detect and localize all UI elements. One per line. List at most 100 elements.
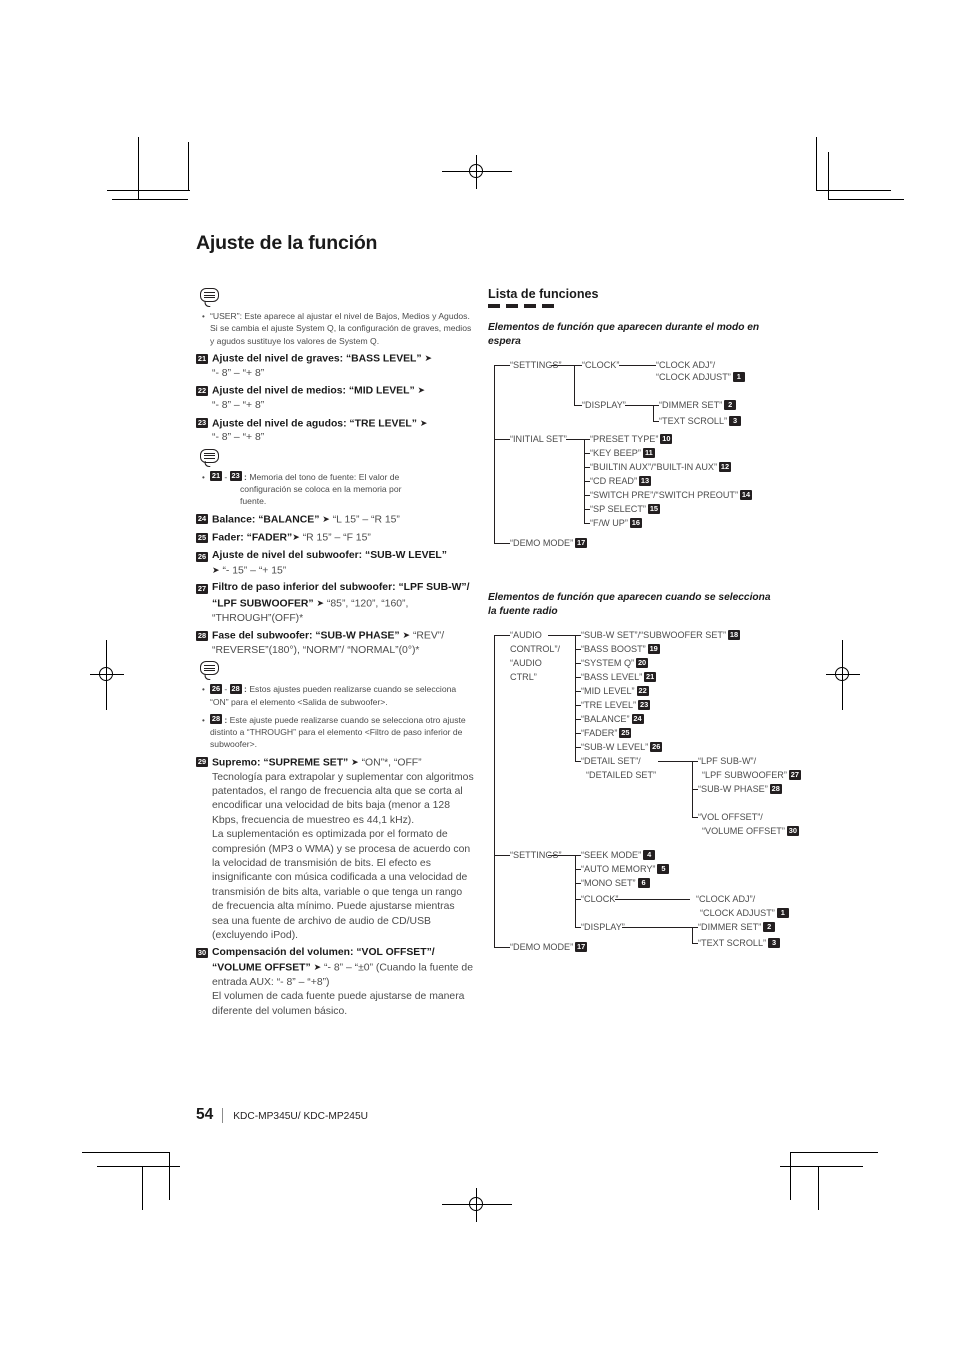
list-item: 30 Compensación del volumen: “VOL OFFSET… xyxy=(196,946,474,1020)
tree-node-switch-pre: “SWITCH PRE”/“SWITCH PREOUT” xyxy=(590,490,739,500)
tree-node-mid-level: “MID LEVEL” xyxy=(581,686,635,696)
tree-node-bass-level: “BASS LEVEL” xyxy=(581,672,643,682)
tree-badge-volume-offset: 30 xyxy=(786,825,799,836)
list-item: 24 Balance: “BALANCE” ➤ “L 15” – “R 15” xyxy=(196,512,474,529)
tree-node-dimmer-set-radio: “DIMMER SET” xyxy=(698,922,762,932)
subsection-radio-heading: Elementos de función que aparecen cuando… xyxy=(488,592,771,617)
note-line: • 26 - 28 : Estos ajustes pueden realiza… xyxy=(202,683,474,708)
note-line: • 28 : Este ajuste puede realizarse cuan… xyxy=(202,714,474,751)
tree-badge-dimmer-set: 2 xyxy=(724,399,737,410)
tree-badge-fw-up: 16 xyxy=(629,517,642,528)
item-number-badge: 28 xyxy=(210,714,222,725)
tree-node-detail-set-line2: “DETAILED SET” xyxy=(586,770,657,780)
tree-badge-balance: 24 xyxy=(631,713,644,724)
note-bubble-icon xyxy=(200,661,222,680)
item-label: Ajuste del nivel de medios: “MID LEVEL” xyxy=(212,385,415,397)
note-block-tone-memory: • 21 - 23 : Memoria del tono de fuente: … xyxy=(198,448,474,508)
tree-node-text-scroll-radio: “TEXT SCROLL” xyxy=(698,938,767,948)
tree-node-lpf-line2: “LPF SUBWOOFER” xyxy=(702,770,787,780)
item-label: Balance: “BALANCE” xyxy=(212,514,320,526)
tree-node-detail-set-line1: “DETAIL SET”/ xyxy=(581,756,641,766)
list-item: 27 Filtro de paso inferior del subwoofer… xyxy=(196,581,474,626)
item-number-badge: 29 xyxy=(196,757,208,768)
registration-mark-bottom xyxy=(442,1188,512,1222)
item-label: Fase del subwoofer: “SUB-W PHASE” xyxy=(212,630,400,642)
tree-badge-subwoofer-set: 18 xyxy=(728,629,740,640)
list-item: 25 Fader: “FADER”➤ “R 15” – “F 15” xyxy=(196,530,474,547)
tree-node-tre-level: “TRE LEVEL” xyxy=(581,700,637,710)
arrow-icon: ➤ xyxy=(402,629,411,640)
footer-divider xyxy=(222,1107,224,1123)
tree-node-system-q: “SYSTEM Q” xyxy=(581,658,635,668)
dashed-underline-decoration xyxy=(488,304,560,308)
tree-badge-lpf-subwoofer: 27 xyxy=(788,769,801,780)
tree-badge-sp-select: 15 xyxy=(647,503,660,514)
tree-node-builtin-aux: “BUILTIN AUX”/“BUILT-IN AUX” xyxy=(590,462,717,472)
item-number-badge: 24 xyxy=(196,514,208,525)
tree-node-cd-read: “CD READ” xyxy=(590,476,637,486)
arrow-icon: ➤ xyxy=(351,756,359,767)
tree-badge-builtin-aux: 12 xyxy=(719,461,731,472)
tree-node-lpf-line1: “LPF SUB-W”/ xyxy=(698,756,757,766)
page-title: Ajuste de la función xyxy=(196,232,378,254)
tree-node-sub-w-set: “SUB-W SET”/“SUBWOOFER SET” xyxy=(581,630,726,640)
item-number-badge: 26 xyxy=(196,551,208,562)
tree-node-settings-radio: “SETTINGS” xyxy=(510,850,562,860)
list-item: 22 Ajuste del nivel de medios: “MID LEVE… xyxy=(196,383,474,413)
arrow-icon: ➤ xyxy=(424,352,433,363)
note-text: Este ajuste puede realizarse cuando se s… xyxy=(210,714,466,750)
range-dash: - xyxy=(224,684,228,695)
tree-node-bass-boost: “BASS BOOST” xyxy=(581,644,646,654)
item-label: Supremo: “SUPREME SET” xyxy=(212,757,349,769)
note-bubble-icon xyxy=(200,448,222,468)
page-number: 54 xyxy=(196,1106,214,1123)
tree-node-auto-memory: “AUTO MEMORY” xyxy=(581,864,656,874)
item-value: “- 8” – “+ 8” xyxy=(212,367,265,379)
item-label: Fader: “FADER” xyxy=(212,532,293,544)
right-column: Lista de funciones Elementos de función … xyxy=(488,285,801,953)
tree-node-fader: “FADER” xyxy=(581,728,618,738)
note-block-subwoofer: • 26 - 28 : Estos ajustes pueden realiza… xyxy=(198,661,474,750)
model-name: KDC-MP345U/ KDC-MP245U xyxy=(233,1111,368,1122)
note-text: “USER”: Este aparece al ajustar el nivel… xyxy=(210,311,472,346)
range-dash: - xyxy=(224,471,228,482)
item-value: “ON”*, “OFF” xyxy=(361,757,422,769)
list-item: 26 Ajuste de nivel del subwoofer: “SUB-W… xyxy=(196,549,474,579)
tree-node-demo-mode: “DEMO MODE” xyxy=(510,538,574,548)
item-number-badge: 23 xyxy=(196,418,208,429)
registration-mark-left xyxy=(90,640,124,710)
note-text: Memoria del tono de fuente: El valor de xyxy=(249,471,400,482)
tree-node-clock: “CLOCK” xyxy=(582,360,620,370)
item-number-badge: 21 xyxy=(196,353,208,364)
tree-badge-cd-read: 13 xyxy=(638,475,651,486)
bullet: • xyxy=(202,685,205,695)
tree-badge-demo-mode: 17 xyxy=(575,537,588,548)
tree-badge-preset-type: 10 xyxy=(660,433,673,444)
tree-node-vol-offset-line1: “VOL OFFSET”/ xyxy=(698,812,763,822)
tree-node-clock-radio: “CLOCK” xyxy=(581,894,619,904)
tree-badge-dimmer-set-radio: 2 xyxy=(763,921,776,932)
item-number-badge: 22 xyxy=(196,385,208,396)
tree-badge-clock-adjust: 1 xyxy=(732,371,745,382)
list-item: 23 Ajuste del nivel de agudos: “TRE LEVE… xyxy=(196,416,474,446)
bullet: • xyxy=(202,715,205,725)
tree-badge-switch-preout: 14 xyxy=(740,489,753,500)
item-value: “- 15” – “+ 15” xyxy=(222,565,287,577)
tree-badge-text-scroll: 3 xyxy=(729,415,742,426)
bullet: • xyxy=(202,472,205,482)
tree-badge-demo-mode-radio: 17 xyxy=(575,941,588,952)
section-heading-text: Lista de funciones xyxy=(488,287,599,301)
note-block-user: • “USER”: Este aparece al ajustar el niv… xyxy=(198,288,474,347)
tree-badge-sub-w-level: 26 xyxy=(650,741,663,752)
colon: : xyxy=(244,684,247,695)
colon: : xyxy=(244,471,247,482)
item-number-badge: 25 xyxy=(196,533,208,543)
tree-node-initial-set: “INITIAL SET” xyxy=(510,434,567,444)
tree-node-display-radio: “DISPLAY” xyxy=(581,922,625,932)
tree-node-balance: “BALANCE” xyxy=(581,714,630,724)
list-item: 28 Fase del subwoofer: “SUB-W PHASE” ➤ “… xyxy=(196,628,474,658)
tree-node-key-beep: “KEY BEEP” xyxy=(590,448,641,458)
list-item: 21 Ajuste del nivel de graves: “BASS LEV… xyxy=(196,351,474,381)
tree-badge-sub-w-phase: 28 xyxy=(769,783,782,794)
tree-node-clock-adj-line1: “CLOCK ADJ”/ xyxy=(656,360,716,370)
